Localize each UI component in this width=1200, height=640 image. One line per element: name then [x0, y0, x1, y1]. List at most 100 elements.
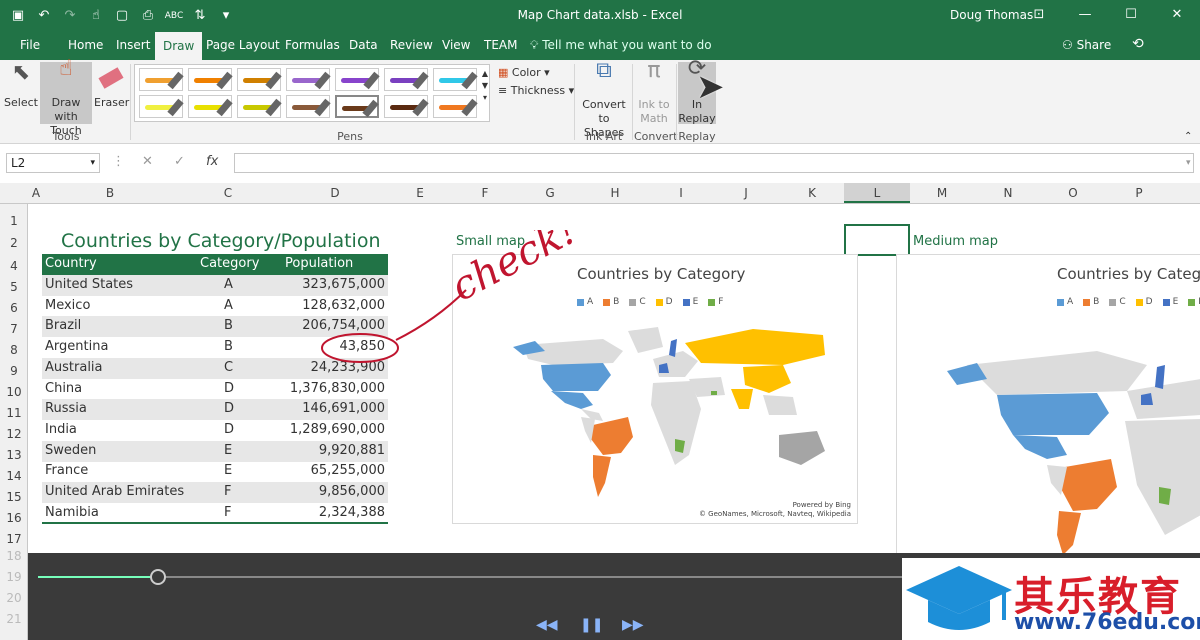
row-header[interactable]: 14: [0, 469, 28, 483]
playback-track[interactable]: [38, 576, 1038, 578]
pen-swatch[interactable]: [384, 95, 429, 118]
draw-with-touch-button[interactable]: ☝ Draw with Touch: [40, 58, 92, 137]
tab-view[interactable]: View: [442, 38, 470, 52]
select-arrow-icon: ⬉: [11, 60, 31, 85]
column-header[interactable]: I: [671, 186, 691, 200]
tab-page-layout[interactable]: Page Layout: [206, 38, 280, 52]
playback-scrubber[interactable]: [150, 569, 166, 585]
column-header[interactable]: K: [802, 186, 822, 200]
tab-draw[interactable]: Draw: [155, 32, 203, 60]
tab-data[interactable]: Data: [349, 38, 378, 52]
pen-swatch[interactable]: [433, 68, 478, 91]
medium-map-chart[interactable]: Countries by Categ ABCDEF: [896, 254, 1200, 555]
row-header[interactable]: 21: [0, 612, 28, 626]
tab-formulas[interactable]: Formulas: [285, 38, 340, 52]
table-row[interactable]: Sweden E 9,920,881: [42, 440, 388, 462]
row-header[interactable]: 15: [0, 490, 28, 504]
column-header[interactable]: O: [1063, 186, 1083, 200]
rewind-icon[interactable]: ◀◀: [536, 617, 558, 633]
row-header[interactable]: 12: [0, 427, 28, 441]
column-header[interactable]: G: [540, 186, 560, 200]
row-header[interactable]: 6: [0, 301, 28, 315]
pen-swatch[interactable]: [188, 95, 233, 118]
column-header[interactable]: L: [844, 183, 910, 203]
column-header[interactable]: A: [26, 186, 46, 200]
table-row[interactable]: India D 1,289,690,000: [42, 420, 388, 441]
tab-home[interactable]: Home: [68, 38, 103, 52]
table-row[interactable]: Russia D 146,691,000: [42, 399, 388, 421]
pen-swatch[interactable]: [433, 95, 478, 118]
table-row[interactable]: France E 65,255,000: [42, 461, 388, 482]
table-row[interactable]: Namibia F 2,324,388: [42, 503, 388, 524]
row-header[interactable]: 2: [0, 236, 28, 250]
row-header[interactable]: 4: [0, 259, 28, 273]
row-header[interactable]: 13: [0, 448, 28, 462]
expand-formula-icon[interactable]: ▾: [1186, 158, 1191, 168]
pen-swatch[interactable]: [139, 95, 184, 118]
column-header[interactable]: J: [736, 186, 756, 200]
scroll-up-icon: ▲: [481, 69, 489, 78]
column-header[interactable]: C: [218, 186, 238, 200]
tab-review[interactable]: Review: [390, 38, 433, 52]
insert-function-icon[interactable]: fx: [206, 154, 218, 169]
maximize-icon[interactable]: ☐: [1108, 0, 1154, 32]
row-header[interactable]: 18: [0, 549, 28, 563]
row-header[interactable]: 9: [0, 364, 28, 378]
column-header[interactable]: M: [932, 186, 952, 200]
convert-to-shapes-button[interactable]: ⧉ Convert to Shapes: [578, 60, 630, 140]
enter-icon[interactable]: ✓: [174, 154, 185, 169]
table-row[interactable]: United Arab Emirates F 9,856,000: [42, 482, 388, 503]
tab-insert[interactable]: Insert: [116, 38, 150, 52]
formula-input[interactable]: [234, 153, 1194, 173]
row-header[interactable]: 7: [0, 322, 28, 336]
eraser-button[interactable]: Eraser: [94, 66, 129, 110]
pen-swatch[interactable]: [139, 68, 184, 91]
row-header[interactable]: 1: [0, 214, 28, 228]
tell-me-search[interactable]: 💡︎ Tell me what you want to do: [530, 38, 712, 53]
map-europe: [653, 351, 698, 377]
column-header[interactable]: D: [325, 186, 345, 200]
row-header[interactable]: 11: [0, 406, 28, 420]
column-header[interactable]: N: [998, 186, 1018, 200]
cancel-icon[interactable]: ✕: [142, 154, 153, 169]
row-header[interactable]: 20: [0, 591, 28, 605]
selected-cell-l2[interactable]: [844, 224, 910, 256]
color-button[interactable]: ▦ Color ▾: [498, 66, 550, 80]
history-icon[interactable]: ⟲: [1132, 36, 1144, 52]
column-header[interactable]: E: [410, 186, 430, 200]
table-row[interactable]: China D 1,376,830,000: [42, 379, 388, 400]
column-header[interactable]: H: [605, 186, 625, 200]
pen-swatch[interactable]: [237, 95, 282, 118]
close-icon[interactable]: ✕: [1154, 0, 1200, 32]
row-header[interactable]: 8: [0, 343, 28, 357]
thickness-button[interactable]: ≡ Thickness ▾: [498, 84, 574, 98]
name-box[interactable]: L2 ▾: [6, 153, 100, 173]
pens-scroll[interactable]: ▲ ▼ ▾: [480, 68, 490, 104]
pen-swatch[interactable]: [286, 95, 331, 118]
ribbon-display-icon[interactable]: ⊡: [1016, 0, 1062, 32]
collapse-ribbon-icon[interactable]: ⌃: [1184, 130, 1192, 144]
pen-swatch[interactable]: [384, 68, 429, 91]
row-header[interactable]: 5: [0, 280, 28, 294]
pen-swatch[interactable]: [286, 68, 331, 91]
column-header[interactable]: B: [100, 186, 120, 200]
row-header[interactable]: 17: [0, 532, 28, 546]
pause-icon[interactable]: ❚❚: [580, 617, 603, 633]
tab-team[interactable]: TEAM: [484, 38, 517, 52]
minimize-icon[interactable]: —: [1062, 0, 1108, 32]
row-header[interactable]: 16: [0, 511, 28, 525]
pen-swatch[interactable]: [335, 68, 380, 91]
row-header[interactable]: 19: [0, 570, 28, 584]
ink-to-math-button[interactable]: π Ink to Math: [636, 60, 672, 126]
column-header[interactable]: F: [475, 186, 495, 200]
color-label: Color: [511, 66, 541, 79]
column-header[interactable]: P: [1129, 186, 1149, 200]
row-header[interactable]: 10: [0, 385, 28, 399]
pen-swatch[interactable]: [188, 68, 233, 91]
fast-forward-icon[interactable]: ▶▶: [622, 617, 644, 633]
pen-swatch[interactable]: [335, 95, 379, 118]
tab-file[interactable]: File: [20, 38, 40, 52]
select-button[interactable]: ⬉ Select: [4, 60, 38, 110]
share-button[interactable]: ⚇ Share: [1062, 38, 1111, 52]
pen-swatch[interactable]: [237, 68, 282, 91]
